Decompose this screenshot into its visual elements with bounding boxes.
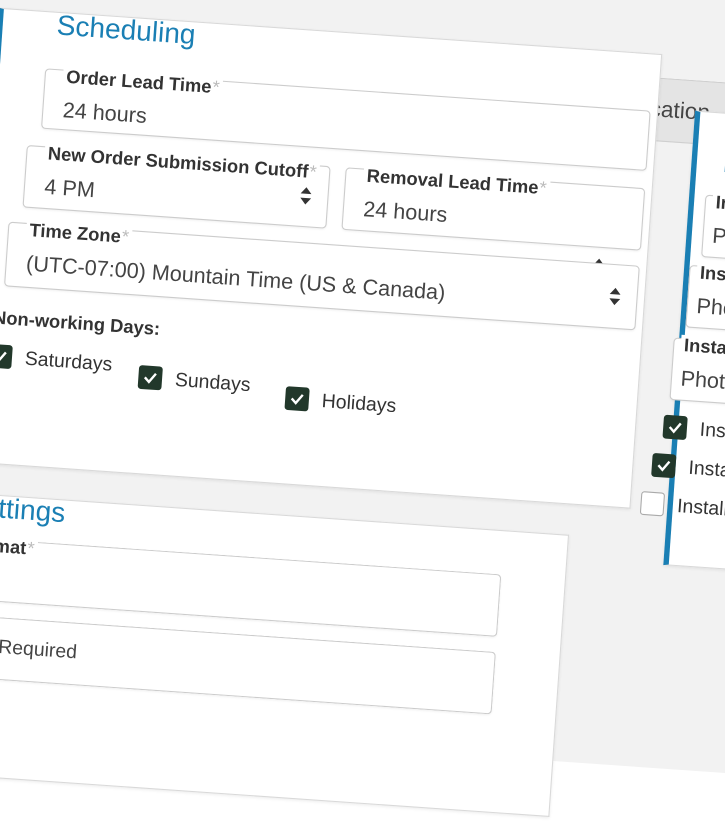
field-value: Marking Required xyxy=(0,630,78,663)
field-label: Install P xyxy=(680,334,725,362)
field-value: Pho xyxy=(711,224,725,251)
field-label: Install xyxy=(695,262,725,288)
field-value: Photo s xyxy=(679,367,725,396)
field-label: Removal Lead Time* xyxy=(362,165,551,200)
checkbox-holidays[interactable]: Holidays xyxy=(284,386,397,417)
scheduling-card: Scheduling Order Lead Time* 24 hours New… xyxy=(0,7,663,509)
field-value: 24 hours xyxy=(61,98,148,129)
select-arrows-icon xyxy=(609,287,621,306)
field-value: 24 hours xyxy=(362,197,449,228)
photo-checkbox-3[interactable]: Install pho xyxy=(639,491,725,523)
settings-page: ing Communication Scheduling Order Lead … xyxy=(0,0,725,818)
field-label: Time Zone* xyxy=(25,219,133,249)
field-value: 4 PM xyxy=(43,175,96,203)
non-working-days-label: Non-working Days: xyxy=(0,307,161,340)
photo-checkbox-1[interactable]: Install p xyxy=(662,414,725,446)
photo-card: Ph Inst Pho Install Photo Install P Phot… xyxy=(639,110,725,581)
field-label: Order Lead Time* xyxy=(62,66,224,100)
card-title: er Settings xyxy=(0,487,67,529)
point-format-field[interactable]: oint Format* lard xyxy=(0,530,502,637)
photo-field-3[interactable]: Install P Photo s xyxy=(669,334,725,417)
checkbox-checked-icon xyxy=(651,452,677,479)
field-value: (UTC-07:00) Mountain Time (US & Canada) xyxy=(25,252,447,306)
select-arrows-icon xyxy=(300,187,312,205)
checkbox-sundays[interactable]: Sundays xyxy=(137,365,252,397)
photo-field-1[interactable]: Inst Pho xyxy=(701,191,725,273)
field-value: Photo xyxy=(695,294,725,323)
checkbox-saturdays[interactable]: Saturdays xyxy=(0,343,113,376)
card-title: Scheduling xyxy=(55,8,197,51)
new-order-cutoff-select[interactable]: New Order Submission Cutoff* 4 PM xyxy=(22,143,331,229)
checkbox-checked-icon xyxy=(137,365,163,391)
other-settings-card: er Settings oint Format* lard Marking Re… xyxy=(0,487,570,818)
checkbox-checked-icon xyxy=(662,414,688,441)
removal-lead-time-field[interactable]: Removal Lead Time* 24 hours xyxy=(341,165,646,251)
checkbox-checked-icon xyxy=(284,386,310,412)
checkbox-checked-icon xyxy=(0,343,13,370)
photo-field-2[interactable]: Install Photo xyxy=(685,262,725,344)
field-label: oint Format* xyxy=(0,530,39,561)
field-label: Inst xyxy=(711,191,725,217)
photo-checkbox-2[interactable]: Install ph xyxy=(651,452,725,485)
checkbox-unchecked-icon xyxy=(639,491,666,517)
